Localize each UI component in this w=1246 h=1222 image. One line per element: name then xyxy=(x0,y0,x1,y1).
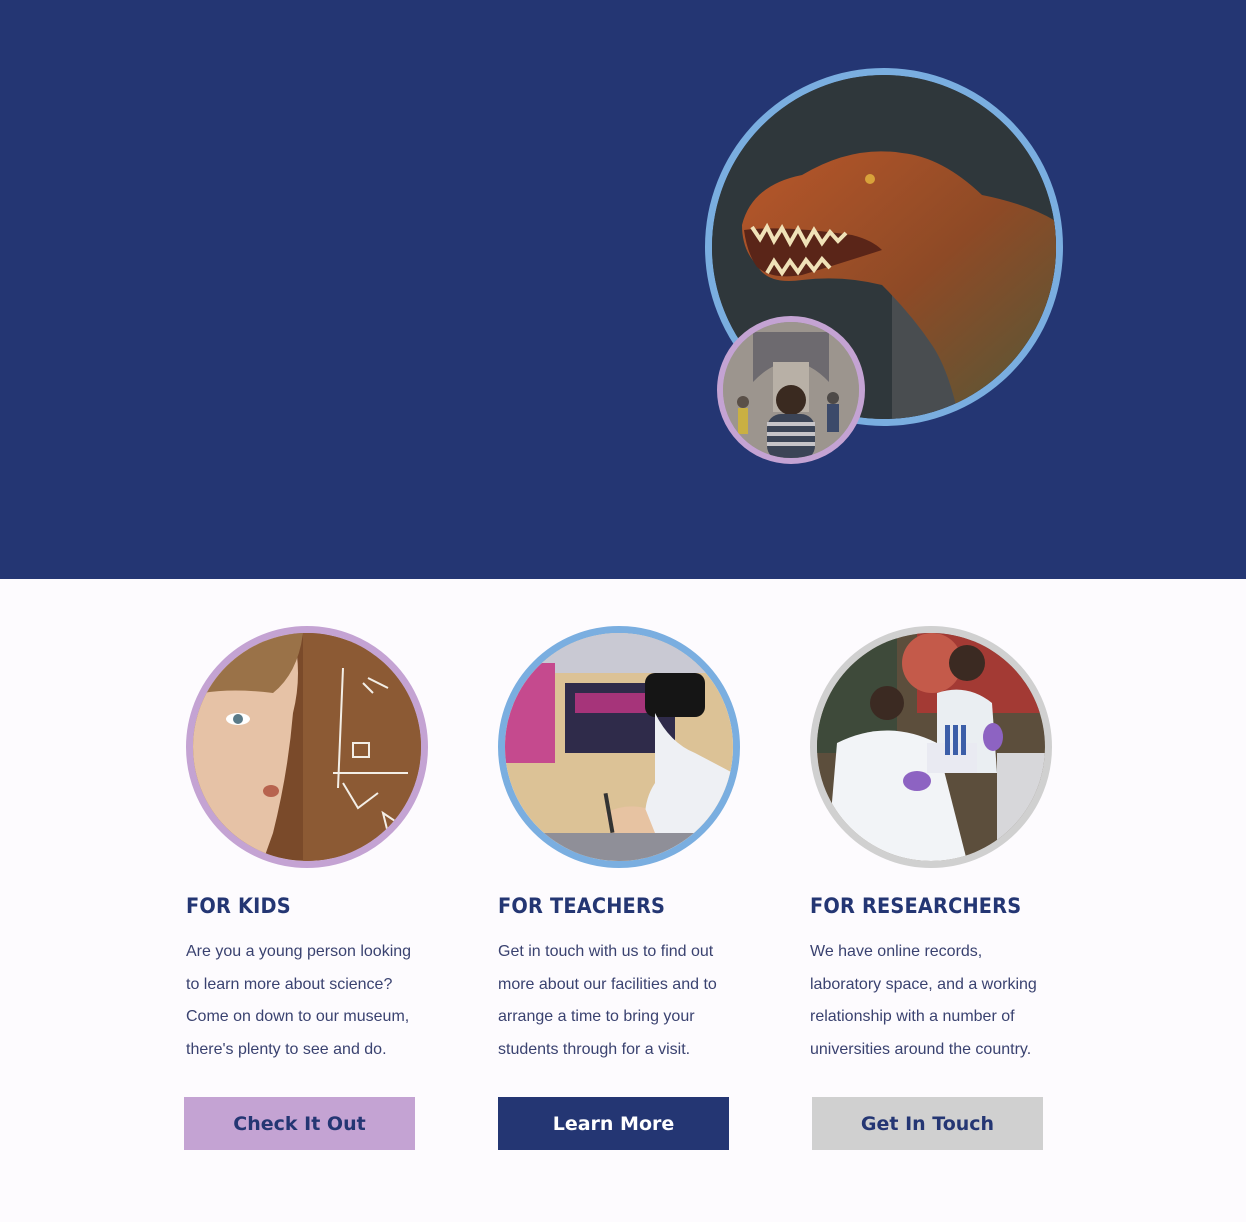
text-line: Are you a young person looking xyxy=(186,943,412,960)
card-researchers: FOR RESEARCHERS We have online records, … xyxy=(810,626,1070,1150)
teachers-image xyxy=(498,626,740,868)
text-line: relationship with a number of xyxy=(810,1008,1015,1025)
text-line: laboratory space, and a working xyxy=(810,975,1037,993)
text-line: Come on down to our museum, xyxy=(186,1008,410,1025)
researchers-image xyxy=(810,626,1052,868)
hero-section xyxy=(0,0,1246,579)
text-line: universities around the country. xyxy=(810,1040,1032,1058)
card-kids: FOR KIDS Are you a young person looking … xyxy=(184,626,446,1150)
text-line: more about our facilities and to xyxy=(498,975,717,993)
card-title: FOR RESEARCHERS xyxy=(810,894,1022,918)
card-teachers: FOR TEACHERS Get in touch with us to fin… xyxy=(498,626,758,1150)
card-description: Are you a young person looking to learn … xyxy=(186,936,426,1066)
text-line: to learn more about science? xyxy=(186,975,393,993)
learn-more-button[interactable]: Learn More xyxy=(498,1097,729,1150)
text-line: students through for a visit. xyxy=(498,1040,691,1058)
text-line: We have online records, xyxy=(810,943,983,960)
text-line: there's plenty to see and do. xyxy=(186,1040,387,1058)
text-line: arrange a time to bring your xyxy=(498,1008,695,1025)
card-description: We have online records, laboratory space… xyxy=(810,936,1050,1066)
check-it-out-button[interactable]: Check It Out xyxy=(184,1097,415,1150)
card-title: FOR KIDS xyxy=(186,894,291,918)
text-line: Get in touch with us to find out xyxy=(498,943,714,960)
kids-image xyxy=(186,626,428,868)
card-title: FOR TEACHERS xyxy=(498,894,666,918)
museum-visitor-image xyxy=(717,316,865,464)
card-description: Get in touch with us to find out more ab… xyxy=(498,936,738,1066)
get-in-touch-button[interactable]: Get In Touch xyxy=(812,1097,1043,1150)
